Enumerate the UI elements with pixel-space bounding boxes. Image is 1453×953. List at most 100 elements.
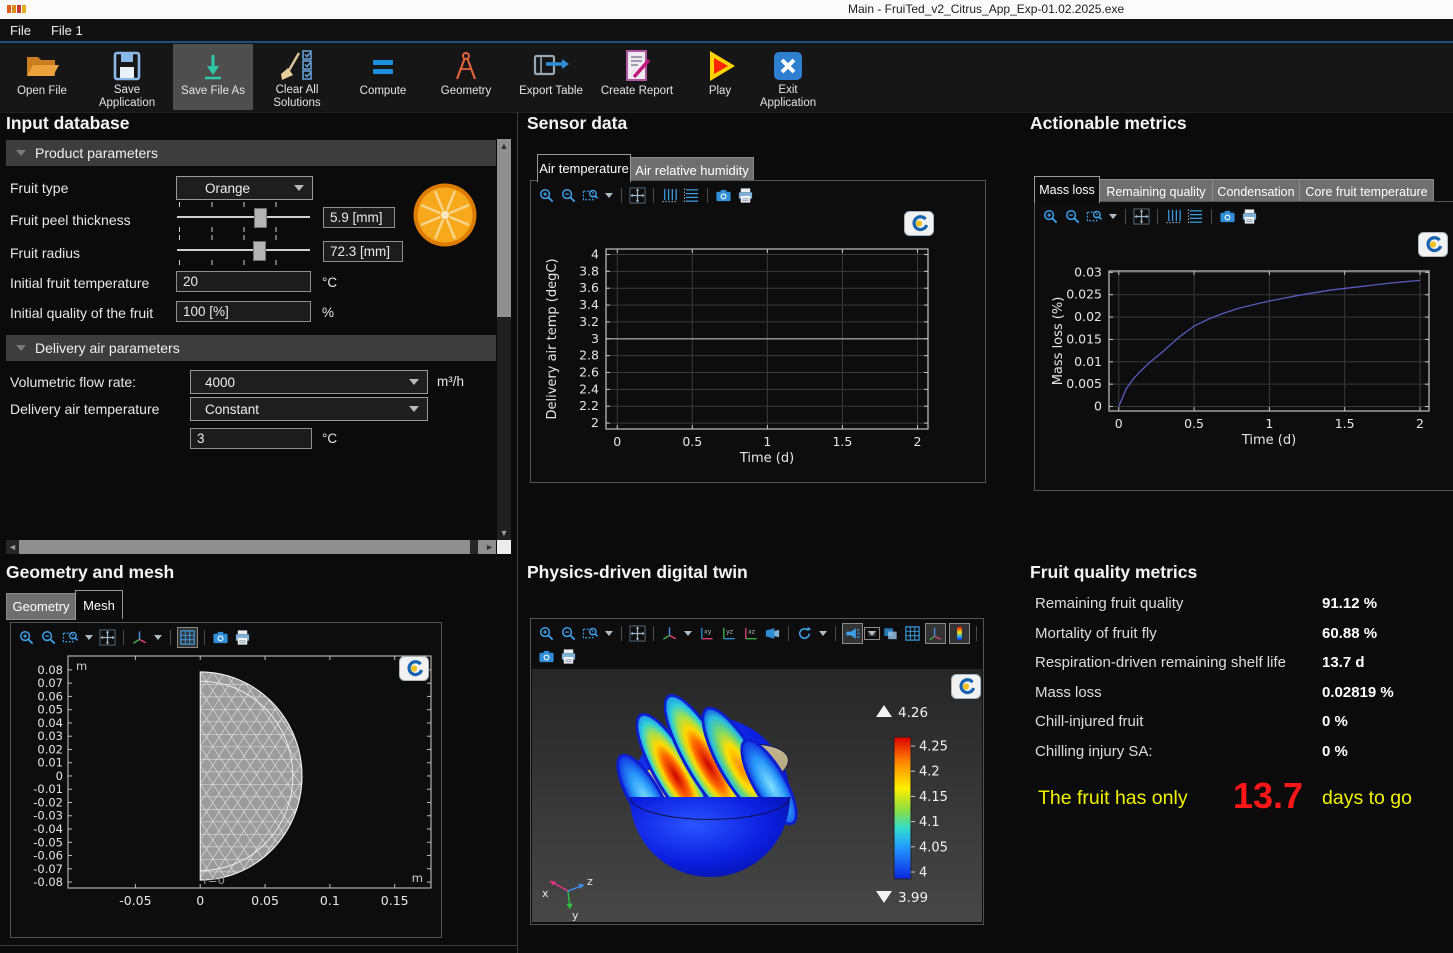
slider-thumb[interactable] [253, 241, 266, 261]
mesh-plot-canvas[interactable]: -0.0500.050.10.150.080.070.060.050.040.0… [11, 651, 439, 940]
axis-grid-y-icon[interactable] [660, 186, 679, 205]
save-application-button[interactable]: SaveApplication [87, 44, 167, 110]
chevron-down-icon[interactable] [868, 631, 876, 636]
scrollbar-corner [497, 540, 511, 554]
x-axis-label: Time (d) [739, 451, 794, 466]
view-xy-icon[interactable]: xy [697, 624, 716, 643]
tab-mass-loss[interactable]: Mass loss [1034, 176, 1100, 203]
scroll-left-icon[interactable]: ◄ [6, 540, 19, 554]
extents-icon[interactable] [98, 628, 117, 647]
metric-value-chill-injured-fruit: 0 % [1322, 713, 1348, 730]
sensor-chart-canvas[interactable]: 00.511.5222.22.42.62.833.23.43.63.84Time… [531, 208, 983, 485]
zoom-in-icon[interactable] [1041, 207, 1060, 226]
extents-icon[interactable] [628, 624, 647, 643]
zoom-box-icon[interactable] [581, 186, 600, 205]
zoom-out-icon[interactable] [1063, 207, 1082, 226]
fruit-radius-value[interactable]: 72.3 [mm] [323, 241, 403, 262]
legend-icon[interactable] [949, 623, 970, 644]
chevron-down-icon[interactable] [605, 193, 613, 198]
scroll-down-icon[interactable]: ▼ [497, 526, 511, 539]
camera-icon[interactable] [211, 628, 230, 647]
clear-all-solutions-button[interactable]: Clear AllSolutions [257, 44, 337, 110]
zoom-out-icon[interactable] [39, 628, 58, 647]
camera-icon[interactable] [714, 186, 733, 205]
printer-icon[interactable] [1240, 207, 1259, 226]
delivery-air-temperature-dropdown[interactable]: Constant [190, 397, 428, 421]
volumetric-flow-rate-dropdown[interactable]: 4000 [190, 370, 428, 394]
chevron-down-icon[interactable] [605, 631, 613, 636]
light-icon[interactable] [842, 623, 863, 644]
perspective-icon[interactable] [763, 624, 782, 643]
zoom-out-icon[interactable] [559, 624, 578, 643]
tab-geometry[interactable]: Geometry [6, 593, 76, 620]
vertical-scrollbar[interactable]: ▲ ▼ [497, 139, 511, 540]
initial-quality-input[interactable]: 100 [%] [176, 301, 311, 322]
triad-icon[interactable] [130, 628, 149, 647]
printer-icon[interactable] [559, 647, 578, 666]
save-file-as-button[interactable]: Save File As [173, 44, 253, 110]
chevron-down-icon[interactable] [154, 635, 162, 640]
menu-item-file-1[interactable]: File 1 [41, 23, 93, 38]
grid-icon[interactable] [903, 624, 922, 643]
zoom-in-icon[interactable] [537, 624, 556, 643]
scrollbar-slot[interactable] [470, 540, 478, 554]
fruit-peel-thickness-value[interactable]: 5.9 [mm] [323, 207, 395, 228]
view-yz-icon[interactable]: yz [719, 624, 738, 643]
camera-icon[interactable] [1218, 207, 1237, 226]
product-parameters-header[interactable]: Product parameters [6, 140, 496, 166]
twin-3d-canvas[interactable]: 4.254.24.154.14.0544.263.99xyz [532, 669, 982, 927]
geometry-button[interactable]: Geometry [426, 44, 506, 110]
zoom-box-icon[interactable] [61, 628, 80, 647]
axis-grid-x-icon[interactable] [1186, 207, 1205, 226]
rotate-icon[interactable] [795, 624, 814, 643]
fruit-peel-thickness-slider[interactable] [177, 200, 310, 234]
extents-icon[interactable] [628, 186, 647, 205]
axis-grid-x-icon[interactable] [682, 186, 701, 205]
fruit-radius-slider[interactable] [177, 233, 310, 267]
zoom-in-icon[interactable] [17, 628, 36, 647]
fruit-type-dropdown[interactable]: Orange [176, 176, 313, 200]
axes-icon[interactable] [925, 623, 946, 644]
create-report-button[interactable]: Create Report [597, 44, 677, 110]
horizontal-scrollbar[interactable]: ◄ ► [6, 540, 496, 554]
printer-icon[interactable] [736, 186, 755, 205]
chevron-down-icon[interactable] [1109, 214, 1117, 219]
open-file-button[interactable]: Open File [2, 44, 82, 110]
grid-icon[interactable] [177, 627, 198, 648]
camera-icon[interactable] [537, 647, 556, 666]
triad-icon[interactable] [660, 624, 679, 643]
zoom-out-icon[interactable] [559, 186, 578, 205]
zoom-in-icon[interactable] [537, 186, 556, 205]
scrollbar-thumb[interactable] [497, 139, 511, 317]
delivery-temp-constant-input[interactable]: 3 [190, 428, 312, 449]
zoom-box-icon[interactable] [581, 624, 600, 643]
scroll-up-icon[interactable]: ▲ [497, 139, 511, 152]
tab-mesh[interactable]: Mesh [75, 590, 123, 619]
compute-button[interactable]: Compute [343, 44, 423, 110]
metric-value-remaining-fruit-quality: 91.12 % [1322, 595, 1377, 612]
chevron-down-icon[interactable] [819, 631, 827, 636]
menu-item-file[interactable]: File [0, 23, 41, 38]
scroll-right-icon[interactable]: ► [483, 540, 496, 554]
slider-track[interactable] [177, 249, 310, 251]
svg-text:3: 3 [591, 331, 599, 346]
chevron-down-icon[interactable] [85, 635, 93, 640]
splitter[interactable] [517, 112, 518, 953]
chevron-down-icon[interactable] [684, 631, 692, 636]
slider-track[interactable] [177, 216, 310, 218]
export-table-button[interactable]: Export Table [511, 44, 591, 110]
extents-icon[interactable] [1132, 207, 1151, 226]
view-xz-icon[interactable]: xz [741, 624, 760, 643]
massloss-chart-canvas[interactable]: 00.511.5200.0050.010.0150.020.0250.03Tim… [1035, 229, 1451, 493]
splitter[interactable] [0, 945, 518, 946]
slider-thumb[interactable] [254, 208, 267, 228]
slider-ticks [179, 202, 308, 207]
zoom-box-icon[interactable] [1085, 207, 1104, 226]
tab-air-temperature[interactable]: Air temperature [537, 154, 631, 182]
printer-icon[interactable] [233, 628, 252, 647]
initial-fruit-temperature-input[interactable]: 20 [176, 271, 311, 292]
transparency-icon[interactable] [881, 624, 900, 643]
exit-application-button[interactable]: ExitApplication [748, 44, 828, 110]
axis-grid-y-icon[interactable] [1164, 207, 1183, 226]
delivery-air-parameters-header[interactable]: Delivery air parameters [6, 335, 496, 361]
